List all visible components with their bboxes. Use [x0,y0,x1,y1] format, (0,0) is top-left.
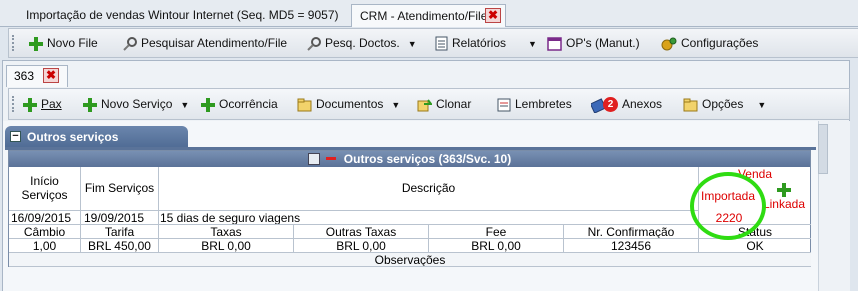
relatorios-label: Relatórios [452,36,507,50]
novo-servico-menu[interactable]: Novo Serviço ▼ [83,89,189,119]
folder-icon [297,98,312,112]
cell-descricao: 15 dias de seguro viagens [159,211,699,225]
pesq-doctos-label: Pesq. Doctos. [325,36,400,50]
scrollbar-thumb[interactable] [818,124,828,174]
header-outras-taxas: Outras Taxas [294,225,429,239]
pesq-doctos-menu[interactable]: Pesq. Doctos. ▼ [307,29,417,57]
cell-fim: 19/09/2015 [81,211,159,225]
dropdown-arrow-icon: ▼ [528,39,537,49]
cell-inicio: 16/09/2015 [9,211,81,225]
folder-icon [683,98,698,112]
close-tab-icon[interactable]: ✖ [43,68,59,83]
cell-fee: BRL 0,00 [429,239,564,253]
toolbar-grip[interactable] [12,96,15,112]
outros-servicos-group-header[interactable]: − Outros serviços [5,126,188,148]
header-inicio: Início Serviços [9,167,81,211]
opcoes-label: Opções [702,97,744,111]
cell-cambio: 1,00 [9,239,81,253]
dropdown-arrow-icon: ▼ [407,39,417,49]
plus-icon [201,97,215,112]
cell-tarifa: BRL 450,00 [81,239,159,253]
tab-importacao-vendas[interactable]: Importação de vendas Wintour Internet (S… [18,4,350,27]
group-title: Outros serviços [27,130,119,144]
header-tarifa: Tarifa [81,225,159,239]
header-cambio: Câmbio [9,225,81,239]
dropdown-arrow-icon: ▼ [391,100,401,110]
window-icon [547,37,562,51]
document-icon [435,36,448,51]
notepad-icon [497,98,511,112]
documentos-menu[interactable]: Documentos ▼ [297,89,400,119]
search-icon [123,36,137,51]
search-icon [307,36,321,51]
cell-outras-taxas: BRL 0,00 [294,239,429,253]
clonar-label: Clonar [436,97,472,111]
pax-button[interactable]: Pax [23,89,62,119]
header-fee: Fee [429,225,564,239]
dropdown-arrow-icon: ▼ [757,100,767,110]
header-observacoes: Observações [9,253,811,267]
window-tab-strip: Importação de vendas Wintour Internet (S… [0,0,858,27]
tab-crm-label: CRM - Atendimento/File [360,9,488,23]
clone-icon [417,99,432,112]
gears-icon [661,37,677,51]
header-nr-confirmacao: Nr. Confirmação [564,225,699,239]
toolbar-grip[interactable] [12,35,15,51]
tab-crm-atendimento[interactable]: CRM - Atendimento/File ✖ [351,4,506,27]
table-title: Outros serviços (363/Svc. 10) [343,152,512,166]
ops-manut-button[interactable]: OP's (Manut.) [547,29,640,57]
anexos-label: Anexos [622,97,663,111]
pesquisar-atendimento-button[interactable]: Pesquisar Atendimento/File [123,29,287,57]
lembretes-label: Lembretes [515,97,572,111]
tab-363-label: 363 [14,69,35,83]
dropdown-arrow-icon: ▼ [180,100,190,110]
clonar-button[interactable]: Clonar [417,89,471,119]
plus-icon [83,97,97,112]
collapse-icon[interactable]: − [10,131,21,142]
anexos-button[interactable]: 2 Anexos [591,89,662,119]
highlight-circle-annotation [690,172,766,240]
cell-linkada [759,211,811,225]
plus-icon [23,97,37,112]
configuracoes-button[interactable]: Configurações [661,29,758,57]
cell-taxas: BRL 0,00 [159,239,294,253]
ocorrencia-button[interactable]: Ocorrência [201,89,278,119]
plus-icon [29,36,43,51]
close-tab-icon[interactable]: ✖ [485,8,501,23]
header-descricao: Descrição [159,167,699,211]
cell-nr-confirmacao: 123456 [564,239,699,253]
tab-file-363[interactable]: 363 ✖ [6,65,68,87]
novo-file-label: Novo File [47,36,98,50]
cell-status: OK [699,239,811,253]
relatorios-menu[interactable]: Relatórios ▼ [435,29,537,57]
edit-icon[interactable] [307,153,320,165]
main-toolbar: Novo File Pesquisar Atendimento/File Pes… [8,28,858,58]
novo-file-button[interactable]: Novo File [29,29,98,57]
file-toolbar: Pax Novo Serviço ▼ Ocorrência Documentos ▼… [8,88,850,120]
header-fim: Fim Serviços [81,167,159,211]
delete-icon[interactable] [325,157,336,160]
pax-label: Pax [41,97,62,111]
ops-label: OP's (Manut.) [566,36,640,50]
anexos-count-badge: 2 [603,97,618,113]
header-taxas: Taxas [159,225,294,239]
pesquisar-label: Pesquisar Atendimento/File [141,36,288,50]
ocorrencia-label: Ocorrência [219,97,278,111]
documentos-label: Documentos [316,97,384,111]
novo-servico-label: Novo Serviço [101,97,173,111]
opcoes-menu[interactable]: Opções ▼ [683,89,766,119]
lembretes-button[interactable]: Lembretes [497,89,572,119]
table-title-bar: Outros serviços (363/Svc. 10) [9,151,810,167]
add-link-icon[interactable] [777,183,791,197]
configuracoes-label: Configurações [681,36,759,50]
